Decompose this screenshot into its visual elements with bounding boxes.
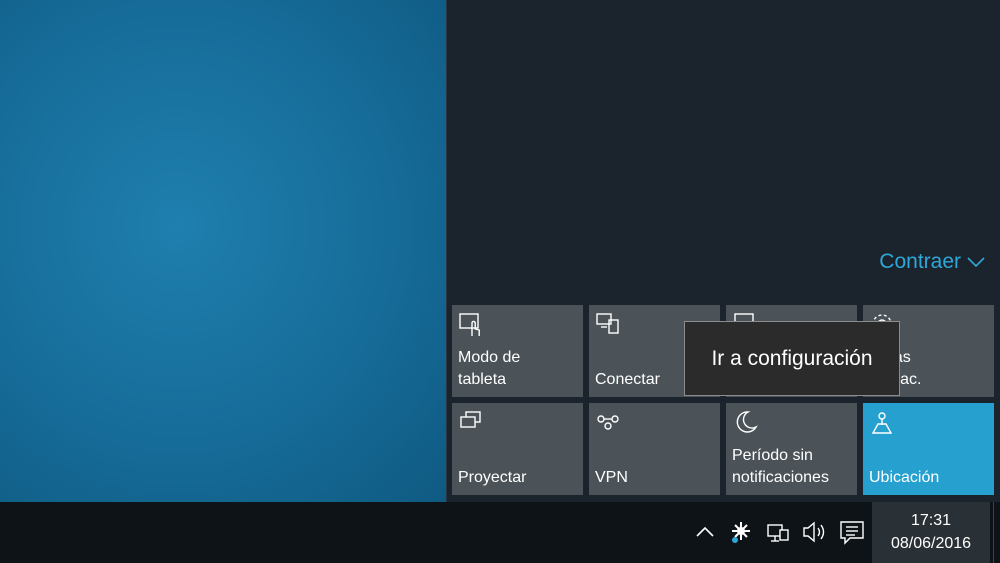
settings-tooltip: Ir a configuración [684,321,900,396]
taskbar-clock[interactable]: 17:31 08/06/2016 [872,502,990,563]
chevron-up-icon [696,526,714,537]
tile-location[interactable]: Ubicación [863,403,994,495]
taskbar: 17:31 08/06/2016 [0,502,1000,563]
tile-project[interactable]: Proyectar [452,403,583,495]
action-center-button[interactable] [838,516,866,548]
tile-quiet-hours[interactable]: Período sin notificaciones [726,403,857,495]
volume-button[interactable] [800,516,828,548]
action-center-icon [840,521,864,545]
clock-date: 08/06/2016 [890,535,972,552]
show-hidden-icons-button[interactable] [691,516,719,548]
desktop-background [0,0,446,502]
chevron-down-icon [967,257,985,268]
tile-label: Modo de tableta [458,349,521,388]
show-desktop-button[interactable] [993,502,1000,563]
tile-tablet-mode[interactable]: Modo de tableta [452,305,583,397]
tile-label: VPN [595,469,628,486]
volume-icon [803,521,825,543]
moon-icon [736,411,758,433]
tile-label: Proyectar [458,469,527,486]
tile-label: Período sin notificaciones [732,447,829,486]
tile-label: Conectar [595,371,660,388]
network-icon [767,524,789,542]
collapse-label: Contraer [879,250,961,273]
project-icon [460,411,481,428]
connect-icon [596,313,619,334]
location-icon [871,412,893,434]
tablet-mode-icon [459,313,480,336]
clock-time: 17:31 [910,512,952,529]
vpn-icon [597,415,619,430]
network-button[interactable] [764,516,792,548]
tile-vpn[interactable]: VPN [589,403,720,495]
network-activity-button[interactable] [727,516,755,548]
tile-label: Ubicación [869,469,940,486]
collapse-link[interactable]: Contraer [879,250,985,274]
network-activity-icon [732,522,750,543]
